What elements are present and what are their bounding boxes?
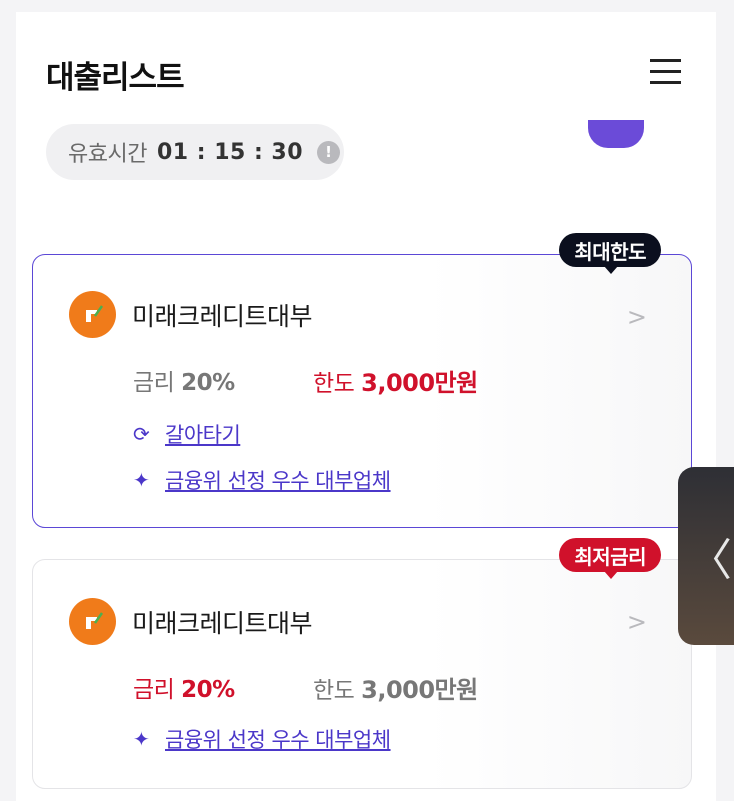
loan-card[interactable]: 최저금리 미래크레디트대부 > 금리 20% 한도 3,000만원 ✦ 금융위 … [32, 538, 692, 789]
lender-name: 미래크레디트대부 [132, 301, 313, 331]
certified-lender-link-row[interactable]: ✦ 금융위 선정 우수 대부업체 [133, 465, 391, 495]
sparkle-icon: ✦ [133, 727, 150, 751]
lender-logo [69, 598, 116, 645]
limit-info: 한도 3,000만원 [313, 363, 478, 398]
page: 대출리스트 유효시간 01 : 15 : 30 ! 최대한도 미래크레디트대부 … [16, 12, 716, 801]
refinance-link-row[interactable]: ⟳ 갈아타기 [133, 419, 241, 449]
chevron-right-icon[interactable]: > [627, 303, 647, 331]
chevron-right-icon[interactable]: > [627, 608, 647, 636]
refresh-icon: ⟳ [133, 422, 150, 446]
chevron-left-icon: 〈 [688, 535, 732, 586]
hamburger-icon [650, 59, 681, 62]
side-panel-toggle[interactable]: 〈 [678, 467, 734, 645]
page-title: 대출리스트 [46, 60, 185, 96]
limit-label: 한도 [313, 678, 355, 704]
rate-label: 금리 [133, 677, 175, 703]
certified-lender-link[interactable]: 금융위 선정 우수 대부업체 [165, 465, 391, 495]
badge-max-limit: 최대한도 [559, 233, 661, 274]
rate-label: 금리 [133, 370, 175, 396]
limit-value: 3,000만원 [361, 676, 478, 704]
decorative-blob [588, 120, 644, 148]
sparkle-icon: ✦ [133, 468, 150, 492]
badge-lowest-rate: 최저금리 [559, 538, 661, 579]
loan-card[interactable]: 최대한도 미래크레디트대부 > 금리 20% 한도 3,000만원 ⟳ 갈아타기… [32, 233, 692, 528]
rate-value: 20% [181, 370, 235, 396]
timer-label: 유효시간 [68, 142, 147, 167]
timer-value: 01 : 15 : 30 [156, 139, 304, 165]
limit-label: 한도 [313, 371, 355, 397]
validity-timer: 유효시간 01 : 15 : 30 ! [46, 124, 344, 180]
certified-lender-link[interactable]: 금융위 선정 우수 대부업체 [165, 724, 391, 754]
limit-value: 3,000만원 [361, 369, 478, 397]
menu-button[interactable] [648, 57, 684, 89]
certified-lender-link-row[interactable]: ✦ 금융위 선정 우수 대부업체 [133, 724, 391, 754]
rate-info: 금리 20% [133, 363, 313, 398]
lender-logo [69, 291, 116, 338]
refinance-link[interactable]: 갈아타기 [165, 419, 241, 449]
lender-name: 미래크레디트대부 [132, 608, 313, 638]
exclamation-circle-icon[interactable]: ! [317, 140, 341, 164]
rate-info: 금리 20% [133, 670, 313, 705]
rate-value: 20% [181, 677, 235, 703]
limit-info: 한도 3,000만원 [313, 670, 478, 705]
